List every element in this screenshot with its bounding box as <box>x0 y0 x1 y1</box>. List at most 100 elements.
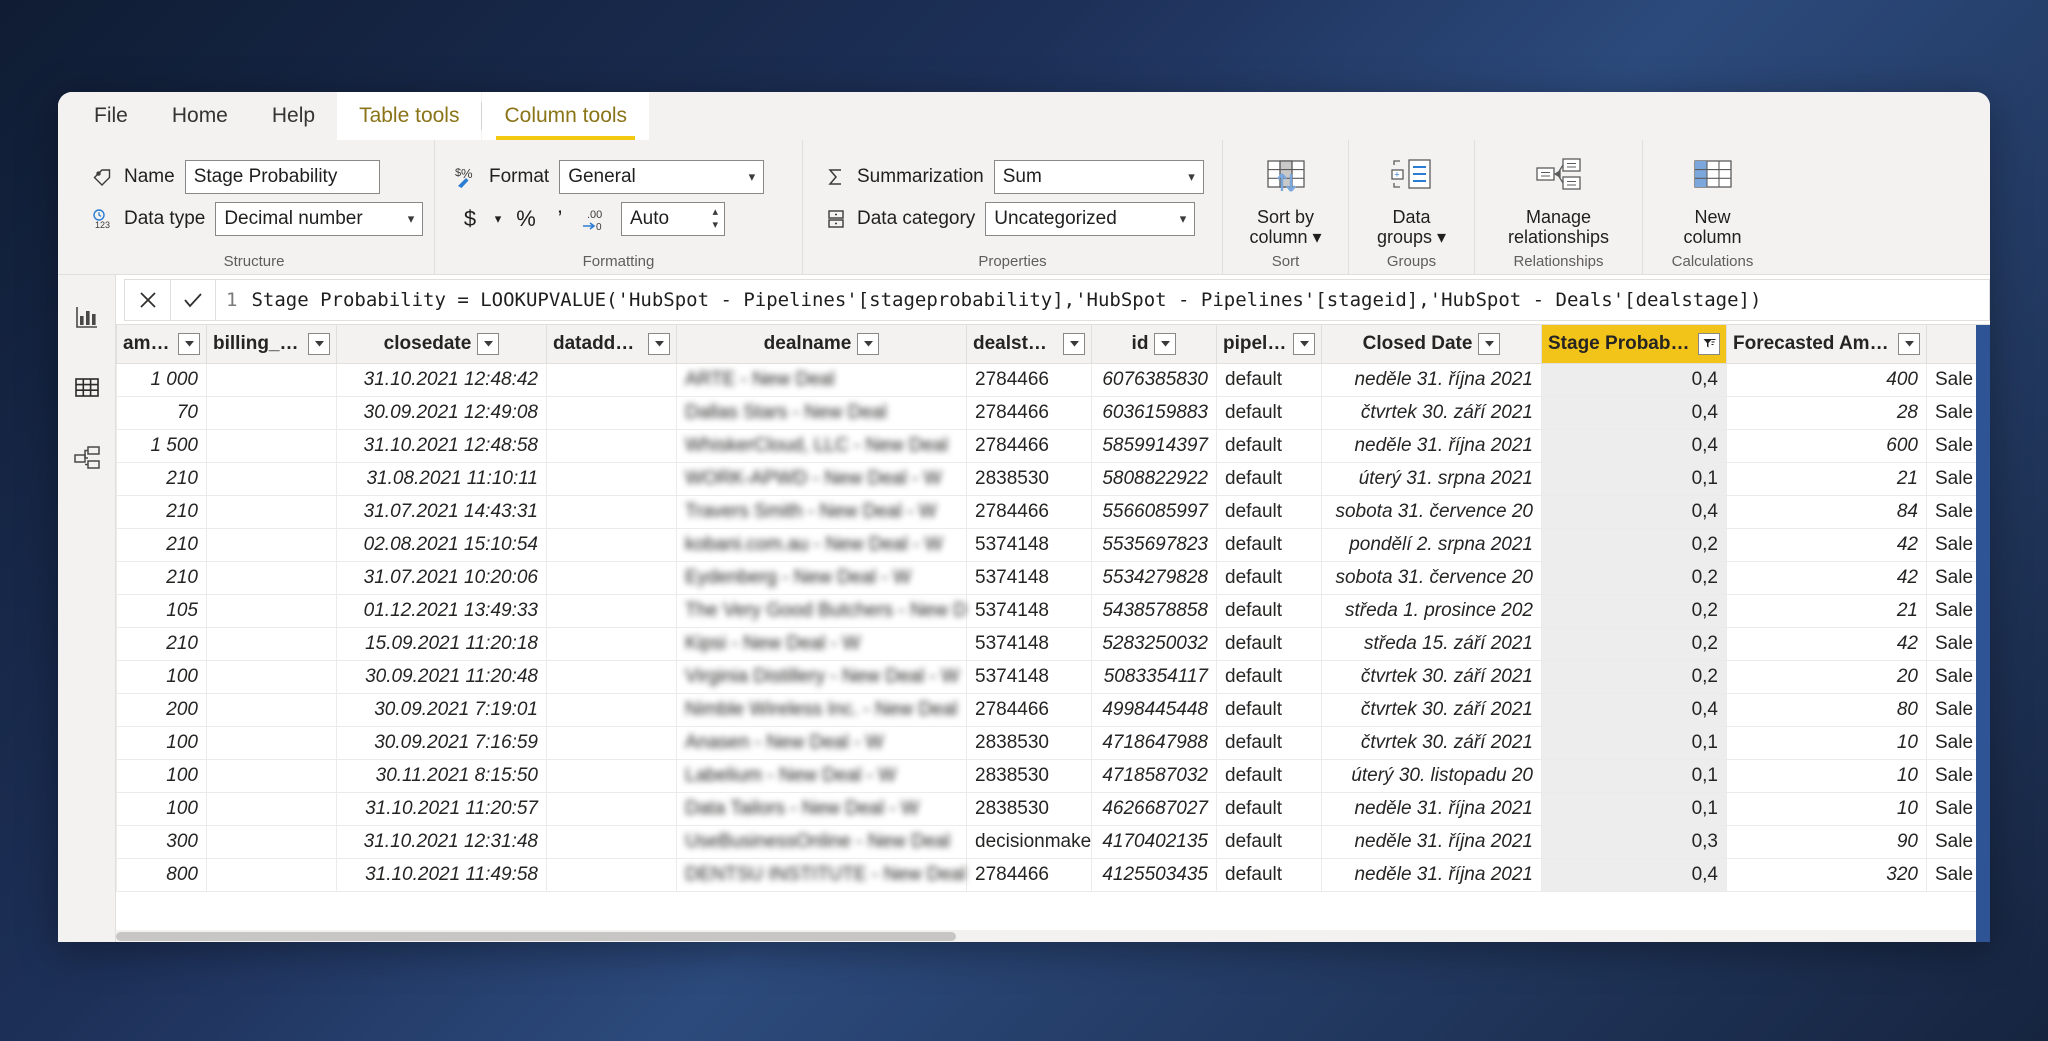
cell-dealname[interactable]: Kipsi - New Deal - W <box>676 626 967 661</box>
cell-pipeline[interactable]: default <box>1216 758 1322 793</box>
cell-dealstage[interactable]: 5374148 <box>966 593 1092 628</box>
cell-dealname[interactable]: UseBusinessOnline - New Deal <box>676 824 967 859</box>
cell-pipeline[interactable]: default <box>1216 725 1322 760</box>
cell-amount[interactable]: 210 <box>116 527 207 562</box>
cell-amount[interactable]: 800 <box>116 857 207 892</box>
cell-id[interactable]: 6036159883 <box>1091 395 1217 430</box>
cell-closedate[interactable]: 31.10.2021 11:20:57 <box>336 791 547 826</box>
chevron-up-icon[interactable]: ▴ <box>712 207 718 218</box>
table-row[interactable]: 210 31.07.2021 14:43:31 Travers Smith - Ne… <box>116 494 1990 529</box>
cell-billing_plan[interactable] <box>206 593 337 628</box>
cell-billing_plan[interactable] <box>206 857 337 892</box>
column-header-dealstage[interactable]: dealstage <box>966 325 1092 364</box>
table-row[interactable]: 300 31.10.2021 12:31:48 UseBusinessOnline … <box>116 824 1990 859</box>
cell-id[interactable]: 5283250032 <box>1091 626 1217 661</box>
cell-id[interactable]: 5808822922 <box>1091 461 1217 496</box>
cell-amount[interactable]: 300 <box>116 824 207 859</box>
column-header-closedate[interactable]: closedate <box>336 325 547 364</box>
cell-dataddo_id[interactable] <box>546 593 677 628</box>
cell-dataddo_id[interactable] <box>546 692 677 727</box>
cell-closed_date[interactable]: středa 15. září 2021 <box>1321 626 1542 661</box>
cell-closedate[interactable]: 30.09.2021 7:16:59 <box>336 725 547 760</box>
data-type-select[interactable]: Decimal number ▾ <box>215 202 424 236</box>
tab-home[interactable]: Home <box>150 92 250 140</box>
cell-billing_plan[interactable] <box>206 824 337 859</box>
column-dropdown-icon[interactable] <box>857 332 880 355</box>
cell-forecast[interactable]: 42 <box>1726 626 1927 661</box>
cell-closed_date[interactable]: čtvrtek 30. září 2021 <box>1321 659 1542 694</box>
cell-pipeline[interactable]: default <box>1216 560 1322 595</box>
table-row[interactable]: 100 30.11.2021 8:15:50 Labelium - New Deal… <box>116 758 1990 793</box>
cell-id[interactable]: 5438578858 <box>1091 593 1217 628</box>
cell-billing_plan[interactable] <box>206 395 337 430</box>
cell-closedate[interactable]: 30.09.2021 12:49:08 <box>336 395 547 430</box>
cell-closed_date[interactable]: neděle 31. října 2021 <box>1321 362 1542 397</box>
cell-dataddo_id[interactable] <box>546 626 677 661</box>
table-row[interactable]: 105 01.12.2021 13:49:33 The Very Good Butc… <box>116 593 1990 628</box>
cell-amount[interactable]: 100 <box>116 659 207 694</box>
table-row[interactable]: 210 31.07.2021 10:20:06 Eydenberg - New De… <box>116 560 1990 595</box>
cell-dealname[interactable]: WhiskerCloud, LLC - New Deal <box>676 428 967 463</box>
table-row[interactable]: 1 500 31.10.2021 12:48:58 WhiskerCloud, LL… <box>116 428 1990 463</box>
model-view-icon[interactable] <box>67 437 107 477</box>
cell-closedate[interactable]: 31.08.2021 11:10:11 <box>336 461 547 496</box>
data-grid[interactable]: amount billing_plan closedate dataddo_id dea… <box>116 325 1990 942</box>
cell-billing_plan[interactable] <box>206 725 337 760</box>
cell-amount[interactable]: 200 <box>116 692 207 727</box>
cell-billing_plan[interactable] <box>206 659 337 694</box>
decimal-places-spinner[interactable]: Auto ▴ ▾ <box>621 202 725 236</box>
cell-amount[interactable]: 210 <box>116 461 207 496</box>
cell-pipeline[interactable]: default <box>1216 659 1322 694</box>
cell-id[interactable]: 4718587032 <box>1091 758 1217 793</box>
column-header-billing_plan[interactable]: billing_plan <box>206 325 337 364</box>
cell-closed_date[interactable]: sobota 31. července 20 <box>1321 560 1542 595</box>
cell-billing_plan[interactable] <box>206 494 337 529</box>
cell-stage_prob[interactable]: 0,2 <box>1541 527 1727 562</box>
cell-closedate[interactable]: 31.10.2021 12:48:58 <box>336 428 547 463</box>
cell-pipeline[interactable]: default <box>1216 824 1322 859</box>
cell-amount[interactable]: 210 <box>116 560 207 595</box>
cell-dataddo_id[interactable] <box>546 527 677 562</box>
cell-stage_prob[interactable]: 0,2 <box>1541 593 1727 628</box>
column-header-id[interactable]: id <box>1091 325 1217 364</box>
cell-billing_plan[interactable] <box>206 692 337 727</box>
data-category-select[interactable]: Uncategorized ▾ <box>985 202 1196 236</box>
cell-dataddo_id[interactable] <box>546 560 677 595</box>
decrease-decimals-button[interactable]: .00 0 <box>579 203 609 235</box>
cell-billing_plan[interactable] <box>206 791 337 826</box>
cell-dataddo_id[interactable] <box>546 428 677 463</box>
cell-forecast[interactable]: 42 <box>1726 527 1927 562</box>
cell-pipeline[interactable]: default <box>1216 527 1322 562</box>
cell-pipeline[interactable]: default <box>1216 626 1322 661</box>
table-row[interactable]: 210 31.08.2021 11:10:11 WORK-APWD - New De… <box>116 461 1990 496</box>
cell-pipeline[interactable]: default <box>1216 593 1322 628</box>
cell-dataddo_id[interactable] <box>546 659 677 694</box>
cell-dataddo_id[interactable] <box>546 791 677 826</box>
cell-stage_prob[interactable]: 0,4 <box>1541 692 1727 727</box>
cell-forecast[interactable]: 20 <box>1726 659 1927 694</box>
cell-closedate[interactable]: 31.10.2021 12:48:42 <box>336 362 547 397</box>
cell-closedate[interactable]: 15.09.2021 11:20:18 <box>336 626 547 661</box>
cell-dealname[interactable]: DENTSU INSTITUTE - New Deal <box>676 857 967 892</box>
column-header-amount[interactable]: amount <box>116 325 207 364</box>
cell-id[interactable]: 4170402135 <box>1091 824 1217 859</box>
cell-forecast[interactable]: 28 <box>1726 395 1927 430</box>
cell-stage_prob[interactable]: 0,3 <box>1541 824 1727 859</box>
cell-dealname[interactable]: kobani.com.au - New Deal - W <box>676 527 967 562</box>
cell-amount[interactable]: 1 000 <box>116 362 207 397</box>
cell-forecast[interactable]: 600 <box>1726 428 1927 463</box>
cell-id[interactable]: 5535697823 <box>1091 527 1217 562</box>
cell-dataddo_id[interactable] <box>546 725 677 760</box>
cell-closedate[interactable]: 02.08.2021 15:10:54 <box>336 527 547 562</box>
cell-closed_date[interactable]: čtvrtek 30. září 2021 <box>1321 692 1542 727</box>
table-row[interactable]: 1 000 31.10.2021 12:48:42 ARTE - New Deal 2… <box>116 362 1990 397</box>
cell-billing_plan[interactable] <box>206 428 337 463</box>
cell-dealstage[interactable]: 2784466 <box>966 857 1092 892</box>
cell-dataddo_id[interactable] <box>546 494 677 529</box>
column-dropdown-icon[interactable] <box>1293 332 1315 355</box>
cell-closedate[interactable]: 31.07.2021 10:20:06 <box>336 560 547 595</box>
cell-dealstage[interactable]: 2784466 <box>966 692 1092 727</box>
cell-id[interactable]: 5566085997 <box>1091 494 1217 529</box>
cell-stage_prob[interactable]: 0,4 <box>1541 428 1727 463</box>
cell-dealstage[interactable]: 5374148 <box>966 527 1092 562</box>
